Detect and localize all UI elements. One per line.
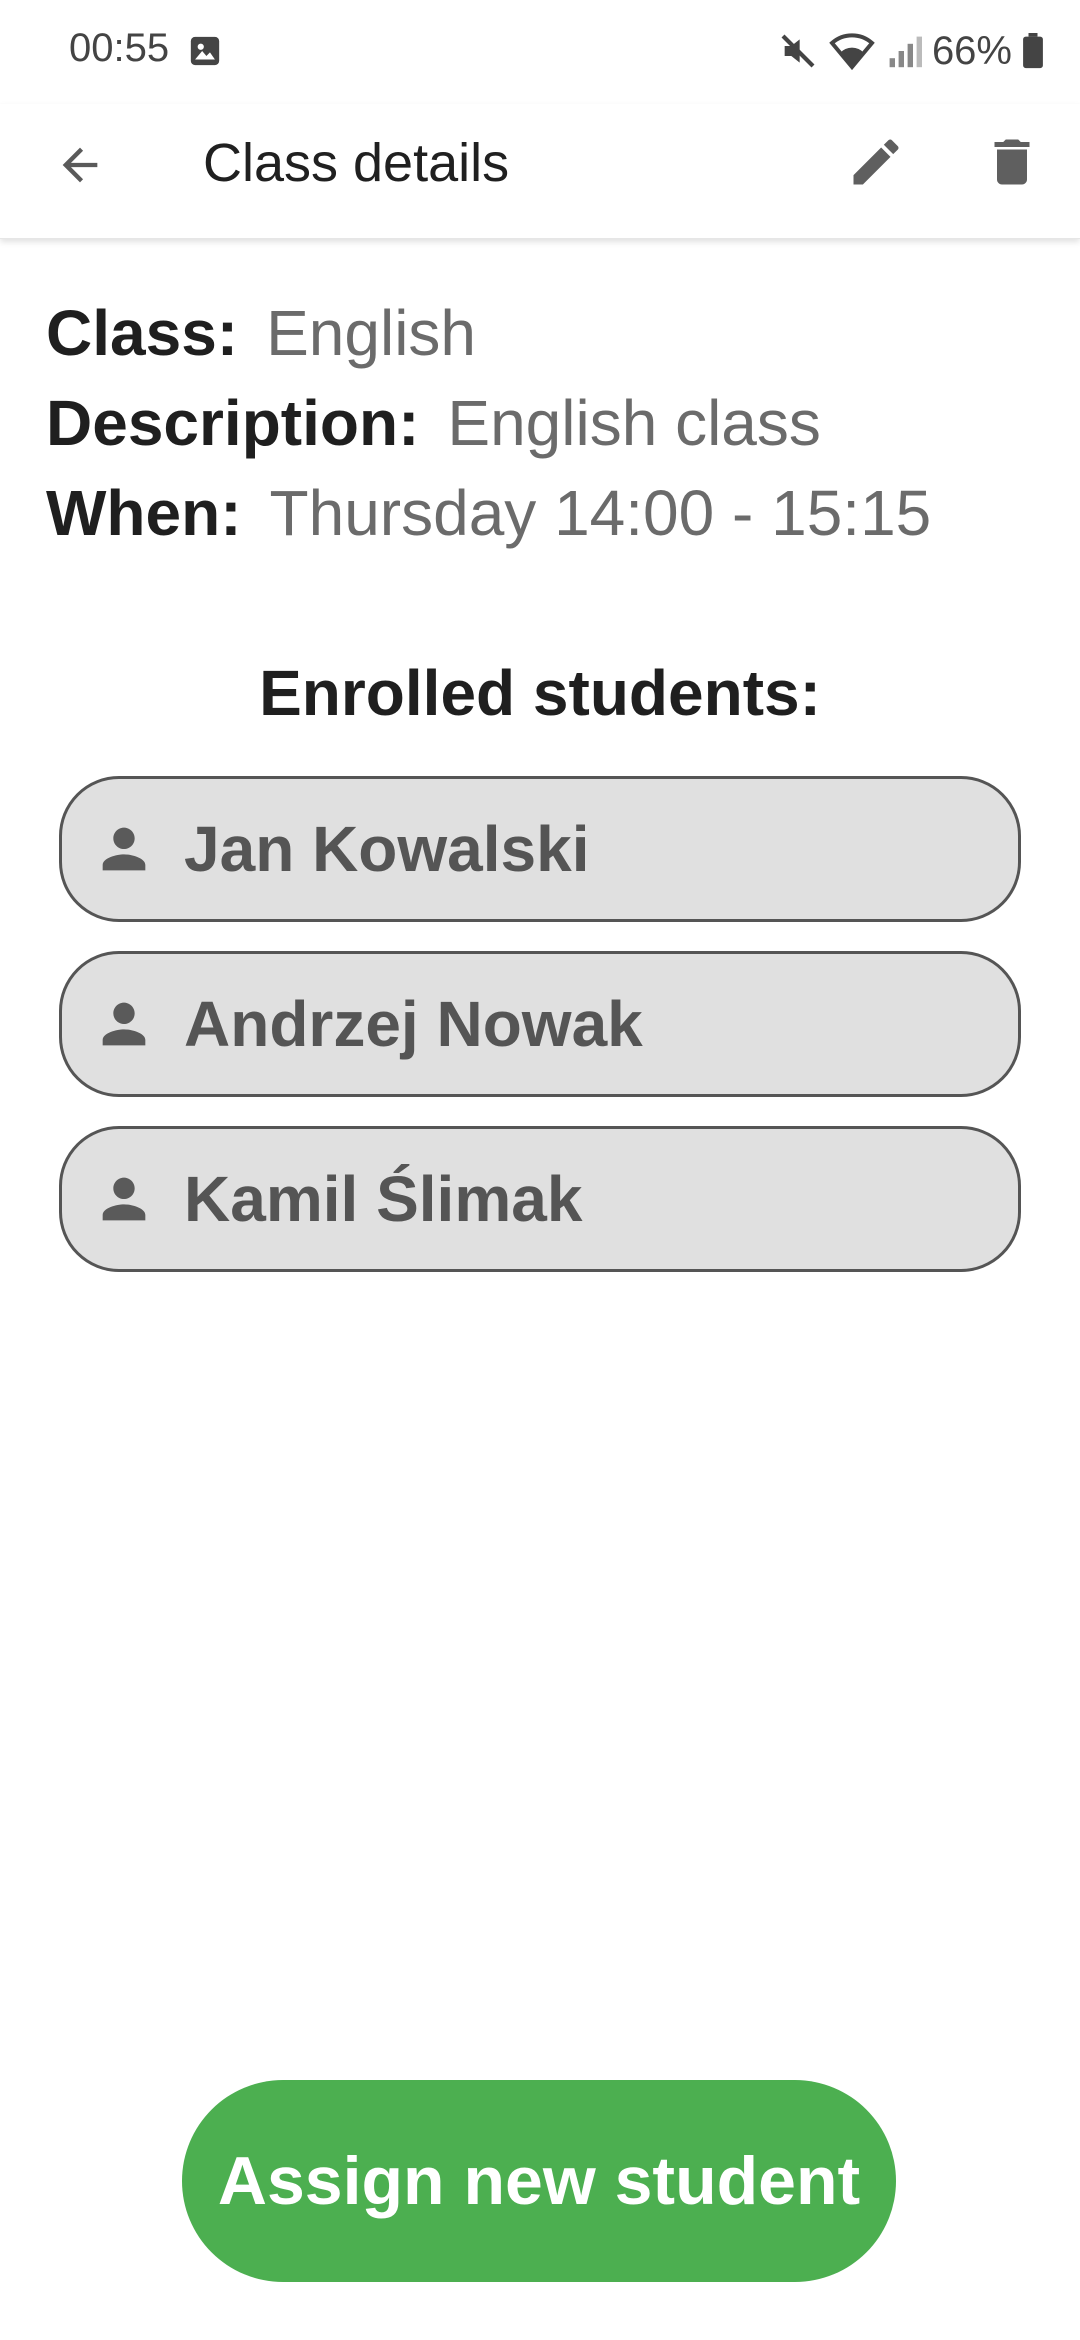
app-bar: Class details [0,104,1080,239]
student-item[interactable]: Kamil Ślimak [59,1126,1021,1272]
when-row: When: Thursday 14:00 - 15:15 [46,468,1046,558]
mute-icon [781,34,815,68]
students-list: Jan Kowalski Andrzej Nowak Kamil Ślimak [59,776,1021,1301]
when-label: When: [46,477,242,549]
status-indicators: 66% [778,26,1044,76]
back-button[interactable] [44,129,116,201]
signal-icon [889,36,922,68]
person-icon [102,1177,146,1221]
student-item[interactable]: Jan Kowalski [59,776,1021,922]
class-row: Class: English [46,288,1046,378]
student-item[interactable]: Andrzej Nowak [59,951,1021,1097]
description-row: Description: English class [46,378,1046,468]
battery-icon [1023,33,1043,69]
enrolled-students-title: Enrolled students: [259,657,821,729]
description-value: English class [447,387,821,459]
person-icon [102,1002,146,1046]
class-label: Class: [46,297,239,369]
edit-button[interactable] [840,126,912,198]
class-details: Class: English Description: English clas… [46,288,1046,558]
trash-icon [994,139,1030,185]
status-bar: 00:55 66% [0,0,1080,104]
delete-button[interactable] [976,126,1048,198]
assign-new-student-button[interactable]: Assign new student [182,2080,896,2282]
description-label: Description: [46,387,420,459]
page-title: Class details [203,133,510,193]
student-name: Jan Kowalski [184,813,590,885]
status-time: 00:55 [69,26,170,70]
person-icon [102,827,146,871]
student-name: Kamil Ślimak [184,1163,583,1235]
battery-percent: 66% [931,28,1012,73]
when-value: Thursday 14:00 - 15:15 [269,477,932,549]
arrow-back-icon [62,147,98,183]
class-value: English [266,297,476,369]
pencil-icon [853,139,899,185]
student-name: Andrzej Nowak [184,988,643,1060]
wifi-icon [829,33,875,71]
gallery-icon [190,36,220,66]
